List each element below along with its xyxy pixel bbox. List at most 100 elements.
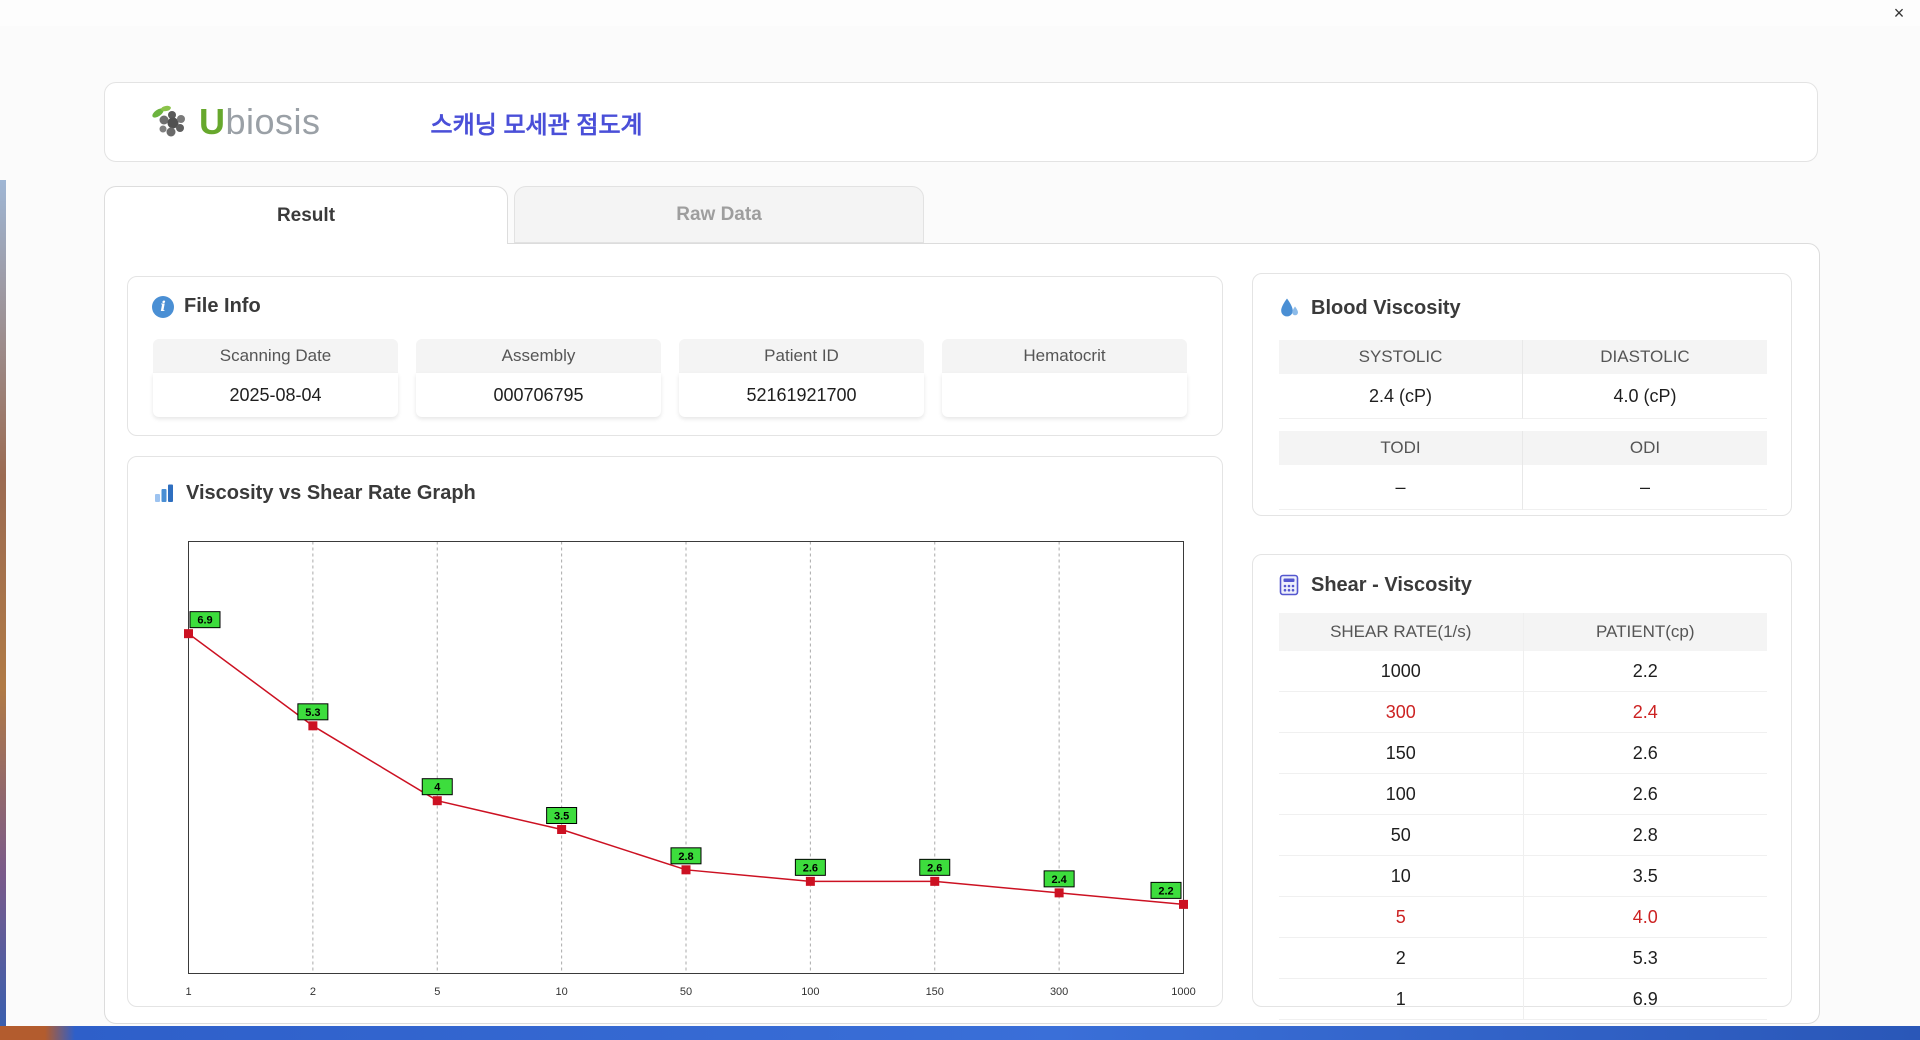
table-row: 50 2.8	[1279, 814, 1767, 856]
calculator-icon	[1279, 574, 1299, 596]
field-scanning-date: Scanning Date 2025-08-04	[153, 339, 398, 417]
desktop-taskbar-strip	[0, 1026, 1920, 1040]
app-header: Ubiosis 스캐닝 모세관 점도계	[104, 82, 1818, 162]
field-label: Assembly	[416, 339, 661, 373]
window-titlebar: ×	[0, 0, 1920, 26]
field-value: 52161921700	[679, 373, 924, 417]
diastolic-value: 4.0 (cP)	[1523, 374, 1767, 419]
patient-cell: 2.8	[1523, 814, 1767, 856]
shear-rate-cell: 10	[1279, 855, 1524, 897]
svg-text:5.3: 5.3	[305, 707, 320, 719]
svg-text:6.9: 6.9	[197, 615, 212, 627]
todi-label: TODI	[1279, 431, 1523, 465]
svg-text:150: 150	[926, 986, 944, 998]
patient-cell: 2.6	[1523, 773, 1767, 815]
viscosity-chart: 1 2 5 10 50 100 150 300 1000 6.9 5.3 4 3.5 2.8 2.6 2.6 2…	[184, 541, 1196, 998]
systolic-value: 2.4 (cP)	[1279, 374, 1523, 419]
grid-spacer	[1279, 419, 1767, 431]
shear-rate-cell: 150	[1279, 732, 1524, 774]
table-row: 1 6.9	[1279, 978, 1767, 1020]
ubiosis-logo-icon	[152, 105, 185, 137]
file-info-title-row: i File Info	[152, 295, 261, 318]
svg-text:2: 2	[310, 986, 316, 998]
table-header-row: SHEAR RATE(1/s) PATIENT(cp)	[1279, 613, 1767, 651]
svg-text:5: 5	[434, 986, 440, 998]
shear-rate-cell: 100	[1279, 773, 1524, 815]
patient-column-header: PATIENT(cp)	[1523, 613, 1767, 651]
shear-rate-cell: 300	[1279, 691, 1524, 733]
field-patient-id: Patient ID 52161921700	[679, 339, 924, 417]
table-row: 1000 2.2	[1279, 651, 1767, 692]
shear-table-body: 1000 2.2 300 2.4 150 2.6 100 2.6 50 2.8 …	[1279, 651, 1767, 1020]
shear-rate-cell: 2	[1279, 937, 1524, 979]
patient-cell: 4.0	[1523, 896, 1767, 938]
svg-text:1000: 1000	[1171, 986, 1195, 998]
patient-cell: 6.9	[1523, 978, 1767, 1020]
shear-rate-column-header: SHEAR RATE(1/s)	[1279, 613, 1524, 651]
chart-area: 1 2 5 10 50 100 150 300 1000 6.9 5.3 4 3.5 2.8 2.6 2.6 2…	[184, 541, 1196, 1001]
field-label: Scanning Date	[153, 339, 398, 373]
shear-viscosity-title: Shear - Viscosity	[1311, 573, 1472, 596]
svg-text:2.6: 2.6	[927, 862, 942, 874]
field-assembly: Assembly 000706795	[416, 339, 661, 417]
field-value: 000706795	[416, 373, 661, 417]
shear-rate-cell: 5	[1279, 896, 1524, 938]
app-title: 스캐닝 모세관 점도계	[430, 111, 643, 139]
patient-cell: 5.3	[1523, 937, 1767, 979]
diastolic-label: DIASTOLIC	[1523, 340, 1767, 374]
field-value	[942, 373, 1187, 417]
svg-text:2.8: 2.8	[678, 851, 693, 863]
file-info-card: i File Info Scanning Date 2025-08-04 Ass…	[127, 276, 1223, 436]
graph-title-row: Viscosity vs Shear Rate Graph	[152, 481, 476, 505]
patient-cell: 2.6	[1523, 732, 1767, 774]
svg-text:4: 4	[434, 782, 441, 794]
bar-chart-icon	[155, 484, 173, 502]
svg-text:3.5: 3.5	[554, 811, 569, 823]
table-row: 5 4.0	[1279, 896, 1767, 938]
shear-viscosity-table: SHEAR RATE(1/s) PATIENT(cp) 1000 2.2 300…	[1279, 613, 1767, 1020]
field-value: 2025-08-04	[153, 373, 398, 417]
ubiosis-logo: Ubiosis	[149, 101, 321, 143]
logo-wordmark: Ubiosis	[199, 101, 321, 143]
close-button[interactable]: ×	[1888, 3, 1910, 23]
svg-text:10: 10	[556, 986, 568, 998]
shear-rate-cell: 1000	[1279, 651, 1524, 692]
blood-viscosity-card: Blood Viscosity SYSTOLIC DIASTOLIC 2.4 (…	[1252, 273, 1792, 516]
result-panel: i File Info Scanning Date 2025-08-04 Ass…	[104, 243, 1820, 1024]
tab-raw-data[interactable]: Raw Data	[514, 186, 924, 243]
blood-viscosity-grid: SYSTOLIC DIASTOLIC 2.4 (cP) 4.0 (cP) TOD…	[1279, 340, 1767, 510]
table-row: 150 2.6	[1279, 732, 1767, 774]
shear-viscosity-card: Shear - Viscosity SHEAR RATE(1/s) PATIEN…	[1252, 554, 1792, 1020]
patient-cell: 2.2	[1523, 651, 1767, 692]
shear-viscosity-title-row: Shear - Viscosity	[1277, 573, 1472, 597]
svg-text:300: 300	[1050, 986, 1068, 998]
systolic-label: SYSTOLIC	[1279, 340, 1523, 374]
shear-rate-cell: 1	[1279, 978, 1524, 1020]
logo-letters-biosis: biosis	[225, 101, 321, 142]
droplets-icon	[1281, 298, 1298, 317]
svg-text:2.6: 2.6	[803, 862, 818, 874]
todi-value: –	[1279, 465, 1523, 510]
svg-text:1: 1	[185, 986, 191, 998]
desktop-background-sliver	[0, 180, 6, 1026]
viscosity-graph-card: Viscosity vs Shear Rate Graph 1 2 5 10 50 100…	[127, 456, 1223, 1007]
table-row: 10 3.5	[1279, 855, 1767, 897]
table-row: 100 2.6	[1279, 773, 1767, 815]
field-label: Patient ID	[679, 339, 924, 373]
svg-text:2.2: 2.2	[1158, 885, 1173, 897]
table-row: 2 5.3	[1279, 937, 1767, 979]
table-row: 300 2.4	[1279, 691, 1767, 733]
logo-letter-u: U	[199, 101, 226, 142]
odi-value: –	[1523, 465, 1767, 510]
tab-result[interactable]: Result	[104, 186, 508, 244]
field-label: Hematocrit	[942, 339, 1187, 373]
graph-title: Viscosity vs Shear Rate Graph	[186, 481, 476, 504]
patient-cell: 2.4	[1523, 691, 1767, 733]
odi-label: ODI	[1523, 431, 1767, 465]
shear-rate-cell: 50	[1279, 814, 1524, 856]
info-icon: i	[152, 295, 174, 318]
svg-text:50: 50	[680, 986, 692, 998]
field-hematocrit: Hematocrit	[942, 339, 1187, 417]
svg-text:100: 100	[801, 986, 819, 998]
blood-viscosity-title: Blood Viscosity	[1311, 296, 1461, 319]
